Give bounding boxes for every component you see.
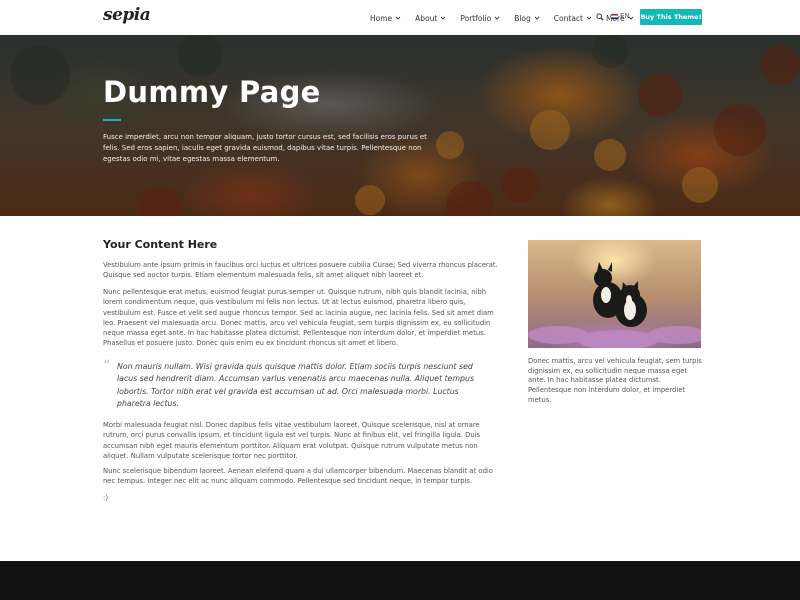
paragraph: Vestibulum ante ipsum primis in faucibus… [103,261,498,280]
nav-item-about[interactable]: About [415,14,446,23]
language-label: EN [620,12,630,20]
content-heading: Your Content Here [103,238,218,251]
paragraph: Morbi malesuada feugiat nisl. Donec dapi… [103,421,481,460]
blockquote: Non mauris nullam. Wisi gravida quis qui… [117,362,475,408]
paragraph: Nunc scelerisque bibendum laoreet. Aenea… [103,467,493,486]
site-footer [0,561,800,600]
nav-item-label: Contact [553,13,583,23]
nav-item-label: Portfolio [460,13,492,23]
chevron-down-icon [534,16,540,20]
nav-item-blog[interactable]: Blog [514,14,540,23]
chevron-down-icon [441,16,446,20]
flag-icon [611,13,618,19]
chevron-down-icon [586,16,592,20]
site-logo[interactable]: sepia [103,5,151,29]
hero-banner: Dummy Page Fusce imperdiet, arcu non tem… [0,35,800,216]
hero-description: Fusce imperdiet, arcu non tempor aliquam… [103,133,427,163]
nav-item-label: Blog [514,13,531,23]
dogs-illustration [528,262,701,348]
chevron-down-icon [494,16,500,20]
page-title: Dummy Page [103,75,321,109]
buy-theme-button[interactable]: Buy This Theme! [640,9,702,25]
language-switcher[interactable]: EN [611,12,630,20]
smiley-text: :) [103,494,109,502]
photo-caption: Donec mattis, arcu vel vehicula feugiat,… [528,357,702,404]
hero-forest-image [0,35,800,216]
nav-item-label: About [415,13,438,23]
paragraph: Nunc pellentesque erat metus, euismod fe… [103,288,494,348]
nav-item-portfolio[interactable]: Portfolio [460,14,500,23]
main-nav: Home About Portfolio Blog Contact More [370,11,648,25]
quote-icon: “ [103,358,111,374]
dogs-photo [528,240,701,348]
site-header: sepia Home About Portfolio Blog Contact … [0,0,800,35]
search-icon[interactable] [596,13,604,21]
chevron-down-icon [395,16,401,20]
nav-item-contact[interactable]: Contact [554,14,592,23]
nav-item-home[interactable]: Home [370,14,401,23]
nav-item-label: Home [370,13,393,23]
title-divider [103,119,121,121]
